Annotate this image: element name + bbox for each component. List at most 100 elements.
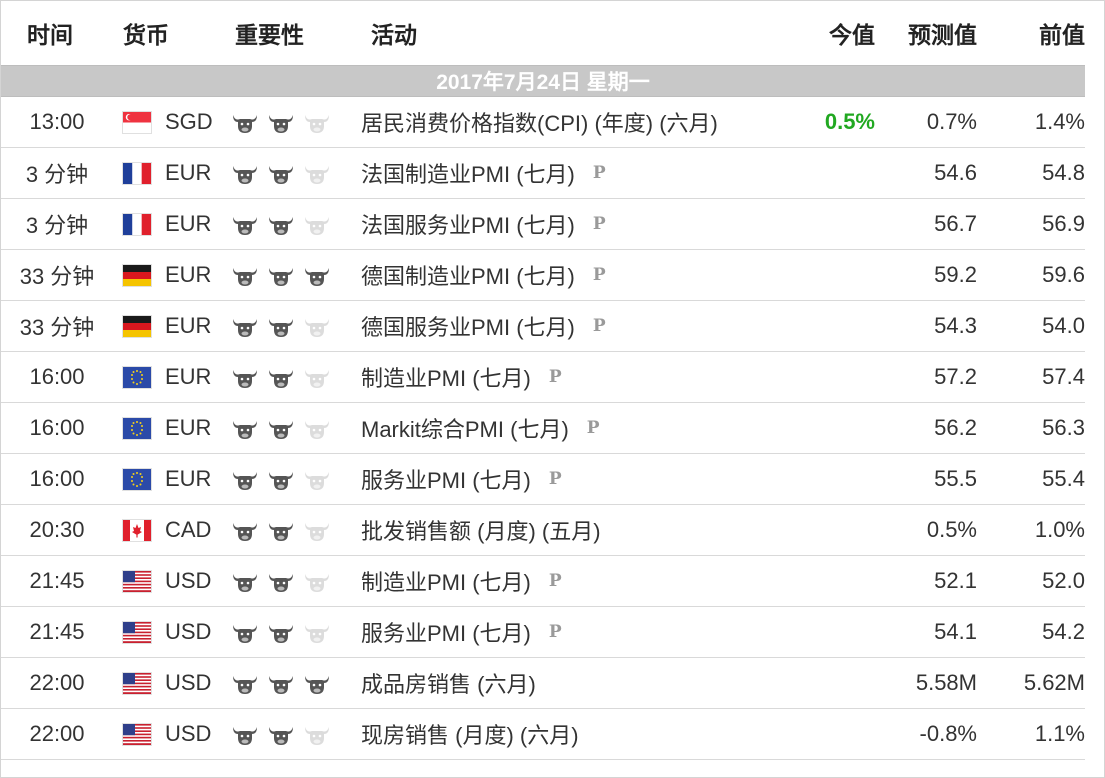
bull-importance-icon [231, 520, 259, 542]
event-name-link[interactable]: 法国制造业PMI (七月) [361, 162, 575, 187]
bull-importance-icon [303, 571, 331, 593]
event-time: 22:00 [29, 669, 85, 695]
preliminary-icon: P [548, 468, 562, 489]
event-row[interactable]: 33 分钟 EUR 德国服务业PMI (七月) P 54.3 54.0 [1, 300, 1085, 351]
bull-importance-icon [303, 469, 331, 491]
forecast-value: 59.2 [934, 261, 977, 287]
event-name-link[interactable]: 德国制造业PMI (七月) [361, 264, 575, 289]
forecast-value: 54.1 [934, 618, 977, 644]
event-row[interactable]: 16:00 EUR 制造业PMI (七月) P 57.2 57.4 [1, 351, 1085, 402]
actual-value [781, 504, 875, 555]
eu-flag-icon [123, 366, 151, 388]
event-name-link[interactable]: 成品房销售 (六月) [361, 672, 536, 697]
event-row[interactable]: 22:00 USD 成品房销售 (六月) 5.58M 5.62M [1, 657, 1085, 708]
event-row[interactable]: 20:30 CAD 批发销售额 (月度) (五月) 0.5% 1.0% [1, 504, 1085, 555]
event-name-link[interactable]: 居民消费价格指数(CPI) (年度) (六月) [361, 111, 718, 136]
event-row[interactable]: 13:00 SGD 居民消费价格指数(CPI) (年度) (六月) 0.5% 0.7% 1… [1, 96, 1085, 147]
eu-flag-icon [123, 468, 151, 490]
forecast-value: 0.5% [926, 516, 977, 542]
currency-code: CAD [165, 517, 212, 543]
bull-importance-icon [231, 673, 259, 695]
currency-code: EUR [165, 313, 212, 339]
calendar-table: 时间 货币 重要性 活动 今值 预测值 前值 2017年7月24日 星期一 13… [1, 1, 1085, 760]
bull-importance-icon [231, 622, 259, 644]
header-previous[interactable]: 前值 [977, 1, 1085, 65]
currency-code: EUR [165, 364, 212, 390]
importance-rating [225, 351, 361, 402]
event-row[interactable]: 3 分钟 EUR 法国制造业PMI (七月) P 54.6 54.8 [1, 147, 1085, 198]
actual-value [781, 555, 875, 606]
event-name-link[interactable]: 现房销售 (月度) (六月) [361, 723, 579, 748]
event-row[interactable]: 16:00 EUR 服务业PMI (七月) P 55.5 55.4 [1, 453, 1085, 504]
event-time: 21:45 [29, 618, 85, 644]
event-name-link[interactable]: 批发销售额 (月度) (五月) [361, 519, 601, 544]
event-name-link[interactable]: Markit综合PMI (七月) [361, 417, 569, 442]
header-event[interactable]: 活动 [361, 1, 781, 65]
bull-importance-icon [303, 265, 331, 287]
bull-importance-icon [231, 163, 259, 185]
event-row[interactable]: 21:45 USD 制造业PMI (七月) P 52.1 52.0 [1, 555, 1085, 606]
bull-importance-icon [303, 112, 331, 134]
importance-rating [225, 147, 361, 198]
currency-code: USD [165, 619, 212, 645]
event-name-link[interactable]: 服务业PMI (七月) [361, 468, 531, 493]
bull-importance-icon [267, 214, 295, 236]
bull-importance-icon [267, 673, 295, 695]
importance-rating [225, 606, 361, 657]
previous-value: 55.4 [1042, 465, 1085, 491]
actual-value: 0.5% [824, 108, 875, 134]
event-time: 21:45 [29, 567, 85, 593]
forecast-value: 54.3 [934, 312, 977, 338]
bull-importance-icon [303, 622, 331, 644]
date-label: 2017年7月24日 星期一 [1, 64, 1085, 97]
us-flag-icon [123, 723, 151, 745]
event-time: 33 分钟 [19, 314, 95, 340]
event-name-link[interactable]: 德国服务业PMI (七月) [361, 315, 575, 340]
event-row[interactable]: 22:00 USD 现房销售 (月度) (六月) -0.8% 1.1% [1, 708, 1085, 759]
bull-importance-icon [231, 112, 259, 134]
event-time: 16:00 [29, 363, 85, 389]
header-importance[interactable]: 重要性 [225, 1, 361, 65]
event-name-link[interactable]: 法国服务业PMI (七月) [361, 213, 575, 238]
importance-rating [225, 300, 361, 351]
preliminary-icon: P [592, 213, 606, 234]
bull-importance-icon [303, 367, 331, 389]
actual-value [781, 300, 875, 351]
bull-importance-icon [303, 418, 331, 440]
forecast-value: 57.2 [934, 363, 977, 389]
forecast-value: 54.6 [934, 159, 977, 185]
header-actual[interactable]: 今值 [781, 1, 875, 65]
event-row[interactable]: 16:00 EUR Markit综合PMI (七月) P 56.2 56.3 [1, 402, 1085, 453]
previous-value: 56.3 [1042, 414, 1085, 440]
bull-importance-icon [231, 724, 259, 746]
event-time: 16:00 [29, 414, 85, 440]
fr-flag-icon [123, 213, 151, 235]
bull-importance-icon [267, 571, 295, 593]
header-currency[interactable]: 货币 [113, 1, 225, 65]
bull-importance-icon [231, 469, 259, 491]
bull-importance-icon [231, 418, 259, 440]
event-name-link[interactable]: 制造业PMI (七月) [361, 570, 531, 595]
preliminary-icon: P [592, 162, 606, 183]
forecast-value: 52.1 [934, 567, 977, 593]
event-row[interactable]: 21:45 USD 服务业PMI (七月) P 54.1 54.2 [1, 606, 1085, 657]
bull-importance-icon [231, 316, 259, 338]
importance-rating [225, 555, 361, 606]
bull-importance-icon [231, 571, 259, 593]
event-name-link[interactable]: 服务业PMI (七月) [361, 621, 531, 646]
event-row[interactable]: 33 分钟 EUR 德国制造业PMI (七月) P 59.2 59.6 [1, 249, 1085, 300]
importance-rating [225, 504, 361, 555]
bull-importance-icon [267, 112, 295, 134]
header-time[interactable]: 时间 [1, 1, 113, 65]
bull-importance-icon [267, 724, 295, 746]
previous-value: 1.0% [1034, 516, 1085, 542]
event-time: 22:00 [29, 720, 85, 746]
header-forecast[interactable]: 预测值 [875, 1, 977, 65]
currency-code: USD [165, 670, 212, 696]
header-row: 时间 货币 重要性 活动 今值 预测值 前值 [1, 1, 1085, 65]
actual-value [781, 708, 875, 759]
event-row[interactable]: 3 分钟 EUR 法国服务业PMI (七月) P 56.7 56.9 [1, 198, 1085, 249]
preliminary-icon: P [592, 264, 606, 285]
event-name-link[interactable]: 制造业PMI (七月) [361, 366, 531, 391]
de-flag-icon [123, 315, 151, 337]
